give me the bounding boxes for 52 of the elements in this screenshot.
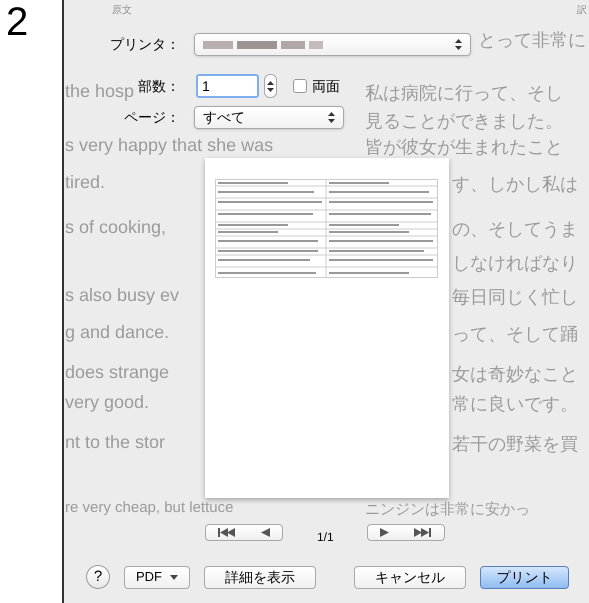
up-down-arrows-icon	[328, 112, 335, 123]
copies-label: 部数：	[138, 76, 180, 96]
background-text: す、しかし私は	[452, 175, 578, 193]
background-text: 皆が彼女が生まれたこと	[365, 138, 563, 156]
background-text: g and dance.	[65, 323, 170, 341]
background-text: ニンジンは非常に安かっ	[365, 502, 530, 517]
background-text: って、そして踊	[452, 325, 578, 343]
printer-popup[interactable]	[194, 33, 471, 56]
background-text: very good.	[65, 393, 150, 411]
pdf-menu-button[interactable]: PDF	[124, 566, 190, 588]
first-page-icon	[218, 528, 236, 536]
page-indicator: 1/1	[317, 529, 334, 546]
background-text: 毎日同じく忙し	[452, 288, 578, 306]
up-down-arrows-icon	[455, 39, 462, 50]
pixelated-printer-name-icon	[203, 40, 323, 50]
next-page-icon	[380, 528, 389, 536]
pages-popup[interactable]: すべて	[194, 106, 344, 129]
background-text: 私は病院に行って、そし	[365, 84, 563, 102]
dropdown-caret-icon	[170, 574, 178, 580]
column-header: 原文	[112, 4, 132, 18]
background-text: 見ることができました。	[365, 112, 563, 130]
background-text: しなければなり	[452, 254, 578, 272]
copies-field[interactable]: 1	[196, 74, 259, 98]
background-text: 若干の野菜を買	[452, 435, 578, 453]
next-last-page-buttons[interactable]	[366, 524, 445, 540]
background-text: nt to the stor	[65, 433, 166, 451]
background-text: 女は奇妙なこと	[452, 365, 578, 383]
pages-label: ページ：	[123, 108, 180, 127]
last-page-icon	[413, 528, 432, 536]
background-text: s also busy ev	[65, 286, 180, 304]
printer-label: プリンタ：	[109, 35, 180, 54]
background-text: とって非常に	[478, 31, 586, 49]
step-number: 2	[6, 0, 28, 44]
two-sided-checkbox[interactable]	[293, 79, 307, 93]
background-text: the hosp	[65, 82, 134, 100]
first-previous-page-buttons[interactable]	[205, 524, 283, 540]
background-text: s very happy that she was	[65, 136, 274, 154]
background-text: does strange	[65, 363, 170, 381]
dialog-button[interactable]: キャンセル	[354, 566, 466, 588]
previous-page-icon	[260, 528, 270, 536]
background-text: の、そしてうま	[452, 220, 578, 238]
dialog-button[interactable]: 詳細を表示	[204, 566, 316, 588]
background-text: 常に良いです。	[452, 395, 578, 413]
print-button[interactable]: プリント	[480, 566, 569, 588]
up-down-arrows-icon	[267, 80, 274, 92]
background-text: tired.	[65, 173, 106, 191]
column-header: 訳	[577, 4, 587, 18]
help-button[interactable]: ?	[86, 565, 110, 589]
copies-stepper[interactable]	[264, 74, 277, 98]
background-text: re very cheap, but lettuce	[65, 500, 234, 515]
two-sided-label: 両面	[312, 76, 340, 96]
background-text: s of cooking,	[65, 218, 166, 236]
